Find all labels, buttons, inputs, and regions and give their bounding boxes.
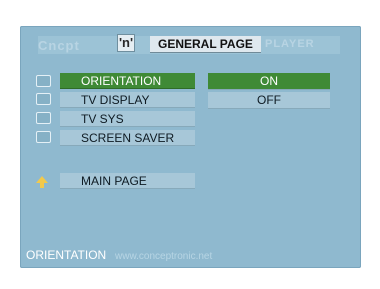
brand-mark: 'n' xyxy=(117,34,135,52)
menu-item-main-page[interactable]: MAIN PAGE xyxy=(60,173,195,189)
osd-screen: Cncpt 'n' GENERAL PAGE PLAYER ORIENTATIO… xyxy=(20,26,361,268)
option-on[interactable]: ON xyxy=(208,73,330,90)
orientation-icon xyxy=(36,75,51,87)
menu-item-orientation[interactable]: ORIENTATION xyxy=(60,73,195,89)
menu-item-tv-sys[interactable]: TV SYS xyxy=(60,111,195,127)
tv-sys-icon xyxy=(36,112,51,124)
option-off[interactable]: OFF xyxy=(208,92,330,109)
brand-logo-left: Cncpt xyxy=(38,38,80,53)
watermark: www.conceptronic.net xyxy=(115,251,213,262)
tv-display-icon xyxy=(36,93,51,105)
brand-logo-right: PLAYER xyxy=(265,38,315,50)
arrow-up-icon-stem xyxy=(40,182,44,188)
screen-saver-icon xyxy=(36,131,51,143)
page-title: GENERAL PAGE xyxy=(150,36,261,53)
menu-item-screen-saver[interactable]: SCREEN SAVER xyxy=(60,130,195,146)
menu-item-tv-display[interactable]: TV DISPLAY xyxy=(60,92,195,108)
status-text: ORIENTATION xyxy=(26,248,107,262)
